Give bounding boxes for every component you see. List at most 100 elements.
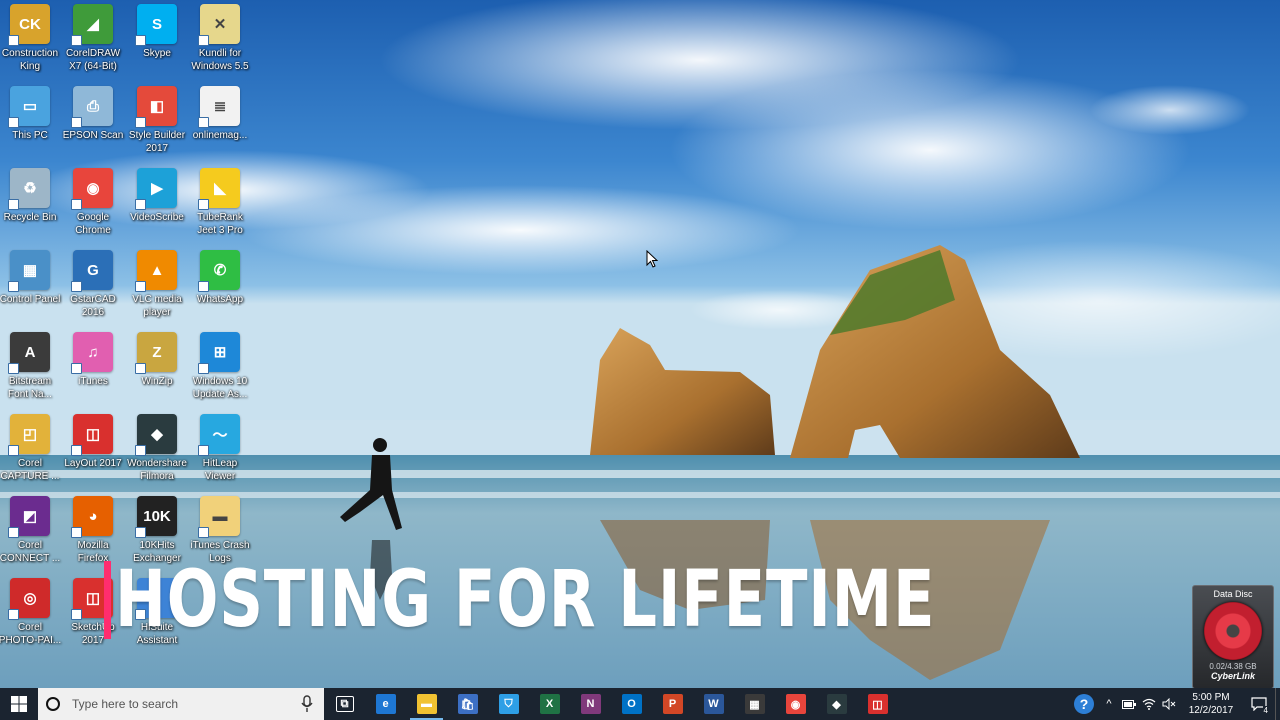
desktop-icon[interactable]: S Skype	[125, 0, 189, 80]
desktop-icon[interactable]: ◧ Style Builder 2017	[125, 82, 189, 162]
desktop-icon-label: Corel CAPTURE ...	[0, 458, 60, 482]
taskbar-button-security[interactable]: ⛉	[488, 688, 529, 720]
desktop-icon[interactable]: ▲ VLC media player	[125, 246, 189, 326]
taskbar-search-box[interactable]: Type here to search	[38, 688, 324, 720]
document-icon: ≣	[198, 86, 240, 128]
desktop-icon[interactable]: ✆ WhatsApp	[188, 246, 252, 326]
volume-muted-icon[interactable]	[1159, 688, 1179, 720]
cyberlink-logo: CyberLink	[1210, 671, 1255, 681]
desktop-icon[interactable]: G GstarCAD 2016	[61, 246, 125, 326]
desktop-icon[interactable]: ◉ Google Chrome	[61, 164, 125, 244]
taskbar-button-chrome[interactable]: ◉	[775, 688, 816, 720]
caption-text: HOSTING FOR LIFETIME	[115, 555, 936, 645]
desktop-icon-label: HitLeap Viewer	[202, 458, 238, 482]
taskbar-button-file-explorer[interactable]: ▬	[406, 688, 447, 720]
desktop-icon[interactable]: ⎙ EPSON Scan	[61, 82, 125, 162]
desktop-icon[interactable]: ◫ LayOut 2017	[61, 410, 125, 490]
taskbar-button-store[interactable]: 🛍	[447, 688, 488, 720]
chrome-icon: ◉	[71, 168, 113, 210]
edge-icon: e	[375, 694, 396, 714]
style-builder-icon: ◧	[135, 86, 177, 128]
taskbar-button-powerpoint[interactable]: P	[652, 688, 693, 720]
desktop-icon[interactable]: ◢ CorelDRAW X7 (64-Bit)	[61, 0, 125, 80]
action-center-button[interactable]: 4	[1243, 688, 1275, 720]
desktop-icon[interactable]: A Bitstream Font Na...	[0, 328, 62, 408]
taskbar-button-excel[interactable]: X	[529, 688, 570, 720]
taskbar-button-onenote[interactable]: N	[570, 688, 611, 720]
desktop-icon[interactable]: Z WinZip	[125, 328, 189, 408]
desktop-icon[interactable]: ◆ Wondershare Filmora	[125, 410, 189, 490]
taskbar-button-sketchup[interactable]: ◫	[857, 688, 898, 720]
start-button[interactable]	[0, 688, 38, 720]
desktop-icon[interactable]: ♻ Recycle Bin	[0, 164, 62, 244]
desktop-icon-label: Google Chrome	[75, 212, 111, 236]
desktop-icon[interactable]: ✕ Kundli for Windows 5.5	[188, 0, 252, 80]
desktop-icon-label: Bitstream Font Na...	[8, 376, 52, 400]
caption-accent-bar	[104, 561, 111, 639]
desktop-icon-label: EPSON Scan	[62, 130, 124, 141]
desktop-icon[interactable]: ▶ VideoScribe	[125, 164, 189, 244]
file-explorer-icon: ▬	[416, 694, 437, 714]
taskbar-button-calculator[interactable]: ▦	[734, 688, 775, 720]
layout-icon: ◫	[71, 414, 113, 456]
desktop-icon[interactable]: ◣ TubeRank Jeet 3 Pro	[188, 164, 252, 244]
desktop-icon[interactable]: ♫ iTunes	[61, 328, 125, 408]
videoscribe-icon: ▶	[135, 168, 177, 210]
desktop-icon-label: VLC media player	[132, 294, 182, 318]
folder-icon: ▬	[198, 496, 240, 538]
battery-icon[interactable]	[1119, 688, 1139, 720]
help-icon[interactable]: ?	[1069, 688, 1099, 720]
notification-count: 4	[1262, 706, 1269, 715]
cortana-icon[interactable]	[46, 697, 60, 711]
disc-icon[interactable]	[1204, 602, 1262, 660]
wifi-icon[interactable]	[1139, 688, 1159, 720]
folder-person-icon: CK	[8, 4, 50, 46]
taskbar-button-outlook[interactable]: O	[611, 688, 652, 720]
desktop-icon[interactable]: ◰ Corel CAPTURE ...	[0, 410, 62, 490]
taskbar-button-task-view[interactable]: ⧉	[324, 688, 365, 720]
search-placeholder[interactable]: Type here to search	[72, 697, 300, 711]
vlc-icon: ▲	[135, 250, 177, 292]
data-disc-widget[interactable]: Data Disc 0.02/4.38 GB CyberLink	[1192, 585, 1274, 689]
kundli-icon: ✕	[198, 4, 240, 46]
whatsapp-icon: ✆	[198, 250, 240, 292]
taskbar-button-word[interactable]: W	[693, 688, 734, 720]
chevron-up-icon[interactable]: ^	[1099, 688, 1119, 720]
desktop-icon-label: onlinemag...	[192, 130, 248, 141]
desktop-icon-label: iTunes	[78, 376, 108, 387]
taskbar-button-edge[interactable]: e	[365, 688, 406, 720]
filmora-icon: ◆	[135, 414, 177, 456]
desktop-icon-label: Skype	[143, 48, 171, 59]
desktop-icon[interactable]: ≣ onlinemag...	[188, 82, 252, 162]
control-panel-icon: ▦	[8, 250, 50, 292]
desktop-icon-label: Corel PHOTO-PAI...	[0, 622, 62, 646]
disc-usage: 0.02/4.38 GB	[1209, 662, 1257, 671]
desktop-icon[interactable]: ▭ This PC	[0, 82, 62, 162]
excel-icon: X	[539, 694, 560, 714]
microphone-icon[interactable]	[300, 695, 314, 713]
desktop-icon[interactable]: ◩ Corel CONNECT ...	[0, 492, 62, 572]
epson-scan-icon: ⎙	[71, 86, 113, 128]
itunes-icon: ♫	[71, 332, 113, 374]
video-caption-overlay: HOSTING FOR LIFETIME	[104, 552, 1167, 648]
taskbar: Type here to search ⧉ e ▬ 🛍 ⛉ X N O P W ▦ ◉ ◆ ◫ ? ^ 5…	[0, 688, 1280, 720]
windows-logo-icon	[11, 696, 27, 712]
desktop-icon-label: Windows 10 Update As...	[192, 376, 248, 400]
desktop-icon-label: Wondershare Filmora	[127, 458, 187, 482]
coreldraw-icon: ◢	[71, 4, 113, 46]
desktop-icon[interactable]: ⊞ Windows 10 Update As...	[188, 328, 252, 408]
calculator-icon: ▦	[744, 694, 765, 714]
taskbar-button-filmora[interactable]: ◆	[816, 688, 857, 720]
widget-title: Data Disc	[1213, 589, 1253, 599]
desktop-icon-label: WinZip	[141, 376, 173, 387]
taskbar-clock[interactable]: 5:00 PM 12/2/2017	[1179, 691, 1243, 717]
desktop-icon-label: TubeRank Jeet 3 Pro	[197, 212, 243, 236]
desktop-icon[interactable]: ▦ Control Panel	[0, 246, 62, 326]
desktop-icon[interactable]: CK Construction King	[0, 0, 62, 80]
task-view-icon: ⧉	[335, 696, 354, 712]
tuberank-icon: ◣	[198, 168, 240, 210]
desktop-icon[interactable]: 〜 HitLeap Viewer	[188, 410, 252, 490]
show-desktop-button[interactable]	[1275, 688, 1280, 720]
desktop-icon[interactable]: ◎ Corel PHOTO-PAI...	[0, 574, 62, 654]
clock-date: 12/2/2017	[1188, 705, 1234, 716]
